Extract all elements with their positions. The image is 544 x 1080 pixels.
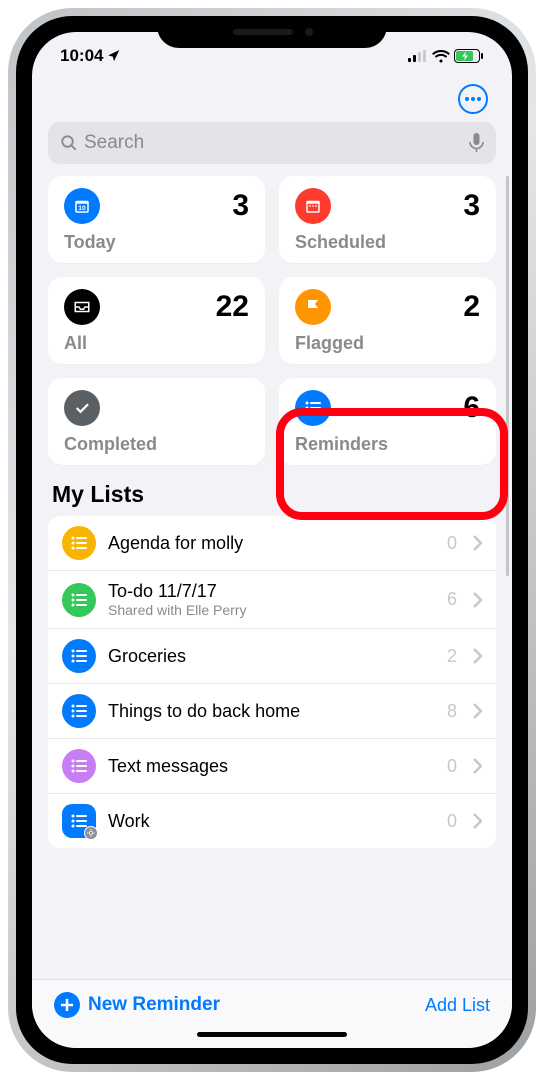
list-count: 0: [447, 756, 457, 777]
list-count: 2: [447, 646, 457, 667]
list-icon: [62, 583, 96, 617]
list-item[interactable]: Agenda for molly 0: [48, 516, 496, 571]
mic-icon[interactable]: [469, 133, 484, 153]
flagged-label: Flagged: [295, 333, 480, 354]
flagged-count: 2: [463, 290, 480, 324]
chevron-right-icon: [473, 592, 482, 608]
home-indicator[interactable]: [32, 1028, 512, 1048]
chevron-right-icon: [473, 535, 482, 551]
scheduled-label: Scheduled: [295, 232, 480, 253]
smart-list-completed[interactable]: Completed: [48, 378, 265, 465]
smart-list-scheduled[interactable]: 3 Scheduled: [279, 176, 496, 263]
new-reminder-button[interactable]: New Reminder: [54, 992, 220, 1018]
list-subtitle: Shared with Elle Perry: [108, 602, 435, 618]
list-item[interactable]: To-do 11/7/17 Shared with Elle Perry 6: [48, 571, 496, 629]
svg-text:10: 10: [78, 205, 86, 212]
smart-list-all[interactable]: 22 All: [48, 277, 265, 364]
chevron-right-icon: [473, 813, 482, 829]
battery-icon: [454, 49, 484, 63]
add-list-button[interactable]: Add List: [425, 995, 490, 1016]
list-title: Work: [108, 811, 435, 832]
ellipsis-icon: [465, 97, 481, 101]
status-time: 10:04: [60, 46, 103, 66]
list-count: 0: [447, 533, 457, 554]
search-field[interactable]: [48, 122, 496, 164]
cell-icon: [408, 50, 428, 62]
list-icon: [62, 749, 96, 783]
list-icon: [62, 526, 96, 560]
list-gear-icon: [62, 804, 96, 838]
all-label: All: [64, 333, 249, 354]
list-icon: [295, 390, 331, 426]
completed-label: Completed: [64, 434, 249, 455]
location-icon: [107, 49, 121, 63]
today-label: Today: [64, 232, 249, 253]
chevron-right-icon: [473, 648, 482, 664]
flag-icon: [295, 289, 331, 325]
plus-icon: [54, 992, 80, 1018]
chevron-right-icon: [473, 703, 482, 719]
list-title: Agenda for molly: [108, 533, 435, 554]
reminders-count: 6: [463, 391, 480, 425]
scrollbar[interactable]: [506, 176, 509, 576]
list-icon: [62, 639, 96, 673]
list-item[interactable]: Text messages 0: [48, 739, 496, 794]
list-item[interactable]: Groceries 2: [48, 629, 496, 684]
list-title: To-do 11/7/17: [108, 581, 435, 602]
chevron-right-icon: [473, 758, 482, 774]
list-item[interactable]: Things to do back home 8: [48, 684, 496, 739]
scheduled-count: 3: [463, 189, 480, 223]
list-title: Text messages: [108, 756, 435, 777]
list-title: Things to do back home: [108, 701, 435, 722]
search-icon: [60, 134, 78, 152]
calendar-icon: 10: [64, 188, 100, 224]
list-icon: [62, 694, 96, 728]
wifi-icon: [432, 50, 450, 63]
list-item[interactable]: Work 0: [48, 794, 496, 848]
inbox-icon: [64, 289, 100, 325]
smart-list-flagged[interactable]: 2 Flagged: [279, 277, 496, 364]
search-input[interactable]: [84, 132, 469, 154]
check-icon: [64, 390, 100, 426]
list-title: Groceries: [108, 646, 435, 667]
my-lists: Agenda for molly 0 To-do 11/7/17 Shared …: [48, 516, 496, 848]
reminders-label: Reminders: [295, 434, 480, 455]
list-count: 0: [447, 811, 457, 832]
my-lists-header: My Lists: [32, 465, 512, 516]
new-reminder-label: New Reminder: [88, 994, 220, 1016]
smart-list-today[interactable]: 10 3 Today: [48, 176, 265, 263]
list-count: 8: [447, 701, 457, 722]
list-count: 6: [447, 589, 457, 610]
smart-list-reminders[interactable]: 6 Reminders: [279, 378, 496, 465]
calendar-icon: [295, 188, 331, 224]
more-button[interactable]: [458, 84, 488, 114]
all-count: 22: [216, 290, 249, 324]
today-count: 3: [232, 189, 249, 223]
